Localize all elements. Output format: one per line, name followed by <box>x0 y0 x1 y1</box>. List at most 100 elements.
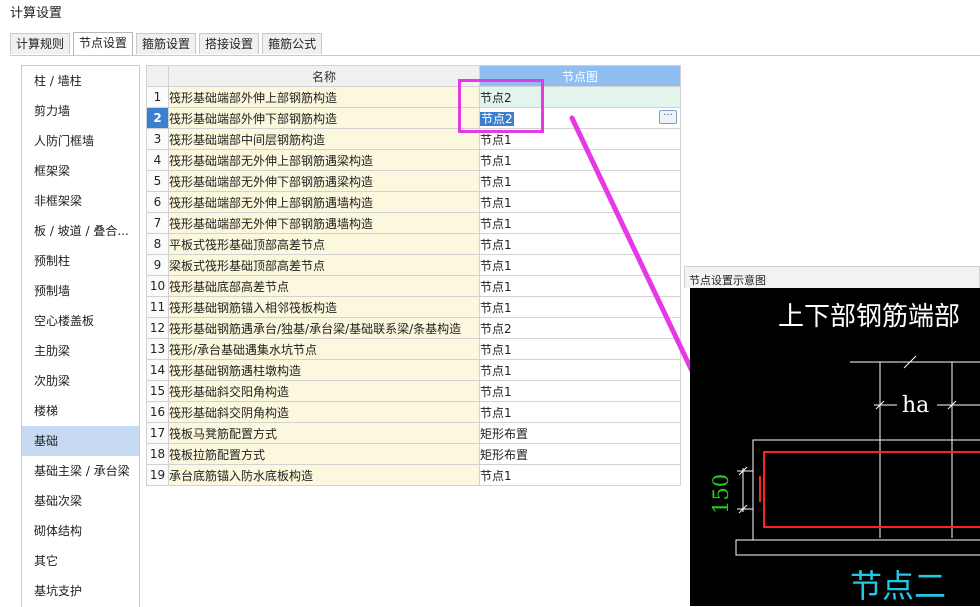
sidebar-item-foundation-secondary-beam[interactable]: 基础次梁 <box>22 486 139 516</box>
sidebar-item-foundation[interactable]: 基础 <box>22 426 139 456</box>
sidebar-item-stairs[interactable]: 楼梯 <box>22 396 139 426</box>
table-row[interactable]: 15 筏形基础斜交阳角构造 节点1 <box>146 380 681 402</box>
row-name[interactable]: 梁板式筏形基础顶部高差节点 <box>168 254 480 276</box>
row-node-value[interactable]: 节点1 <box>479 233 681 255</box>
tab-divider <box>10 55 980 56</box>
row-name[interactable]: 筏形基础斜交阳角构造 <box>168 380 480 402</box>
sidebar-item-secondary-rib-beam[interactable]: 次肋梁 <box>22 366 139 396</box>
node-preview-canvas: 上下部钢筋端部 ha 150 节点二 <box>690 288 980 606</box>
tab-stirrup-settings[interactable]: 箍筋设置 <box>136 33 197 54</box>
row-node-value[interactable]: 节点1 <box>479 359 681 381</box>
row-name[interactable]: 筏板拉筋配置方式 <box>168 443 480 465</box>
row-name[interactable]: 筏板马凳筋配置方式 <box>168 422 480 444</box>
row-index: 17 <box>146 422 169 444</box>
tab-calc-rules[interactable]: 计算规则 <box>10 33 71 54</box>
table-row[interactable]: 12 筏形基础钢筋遇承台/独基/承台梁/基础联系梁/条基构造 节点2 <box>146 317 681 339</box>
sidebar-item-civil-defense-door-wall[interactable]: 人防门框墙 <box>22 126 139 156</box>
table-row[interactable]: 2 筏形基础端部外伸下部钢筋构造 节点2 ··· <box>146 107 681 129</box>
sidebar-item-precast-column[interactable]: 预制柱 <box>22 246 139 276</box>
diagram-150-label: 150 <box>709 474 733 514</box>
tab-lap-settings[interactable]: 搭接设置 <box>199 33 260 54</box>
row-node-value[interactable]: 节点2 <box>479 317 681 339</box>
row-name[interactable]: 筏形基础端部外伸上部钢筋构造 <box>168 86 480 108</box>
diagram-caption: 节点二 <box>850 567 946 605</box>
row-node-value[interactable]: 节点1 <box>479 149 681 171</box>
row-node-value[interactable]: 矩形布置 <box>479 422 681 444</box>
preview-panel-title: 节点设置示意图 <box>689 274 766 287</box>
tab-strip: 计算规则 节点设置 箍筋设置 搭接设置 箍筋公式 <box>10 32 325 55</box>
row-name[interactable]: 承台底筋锚入防水底板构造 <box>168 464 480 486</box>
row-node-value[interactable]: 节点1 <box>479 191 681 213</box>
row-node-value[interactable]: 节点1 <box>479 464 681 486</box>
row-node-value[interactable]: 节点1 <box>479 338 681 360</box>
row-name[interactable]: 筏形基础斜交阴角构造 <box>168 401 480 423</box>
row-name[interactable]: 筏形基础端部中间层钢筋构造 <box>168 128 480 150</box>
sidebar-item-foundation-main-beam[interactable]: 基础主梁 / 承台梁 <box>22 456 139 486</box>
sidebar-item-frame-beam[interactable]: 框架梁 <box>22 156 139 186</box>
diagram-heading: 上下部钢筋端部 <box>778 302 960 332</box>
row-name[interactable]: 筏形基础端部外伸下部钢筋构造 <box>168 107 480 129</box>
table-row[interactable]: 6 筏形基础端部无外伸上部钢筋遇墙构造 节点1 <box>146 191 681 213</box>
table-row[interactable]: 13 筏形/承台基础遇集水坑节点 节点1 <box>146 338 681 360</box>
sidebar-item-slab-ramp[interactable]: 板 / 坡道 / 叠合... <box>22 216 139 246</box>
table-row[interactable]: 14 筏形基础钢筋遇柱墩构造 节点1 <box>146 359 681 381</box>
tab-stirrup-formula[interactable]: 箍筋公式 <box>262 33 323 54</box>
row-index: 9 <box>146 254 169 276</box>
sidebar-item-column[interactable]: 柱 / 墙柱 <box>22 66 139 96</box>
row-index: 16 <box>146 401 169 423</box>
row-name[interactable]: 筏形基础钢筋遇承台/独基/承台梁/基础联系梁/条基构造 <box>168 317 480 339</box>
row-index: 15 <box>146 380 169 402</box>
row-name[interactable]: 平板式筏形基础顶部高差节点 <box>168 233 480 255</box>
table-header-row: 名称 节点图 <box>146 65 681 87</box>
row-node-value[interactable]: 节点1 <box>479 380 681 402</box>
row-index: 18 <box>146 443 169 465</box>
row-node-value[interactable]: 节点1 <box>479 296 681 318</box>
table-row[interactable]: 11 筏形基础钢筋锚入相邻筏板构造 节点1 <box>146 296 681 318</box>
row-index-current: 2 <box>146 107 169 129</box>
row-node-value[interactable]: 节点1 <box>479 212 681 234</box>
table-row[interactable]: 8 平板式筏形基础顶部高差节点 节点1 <box>146 233 681 255</box>
preview-panel-header: 节点设置示意图 <box>684 266 980 288</box>
table-row[interactable]: 18 筏板拉筋配置方式 矩形布置 <box>146 443 681 465</box>
row-node-value[interactable]: 节点1 <box>479 254 681 276</box>
table-row[interactable]: 10 筏形基础底部高差节点 节点1 <box>146 275 681 297</box>
row-node-value[interactable]: 节点1 <box>479 275 681 297</box>
table-row[interactable]: 9 梁板式筏形基础顶部高差节点 节点1 <box>146 254 681 276</box>
row-node-value[interactable]: 节点1 <box>479 401 681 423</box>
sidebar-item-hollow-slab[interactable]: 空心楼盖板 <box>22 306 139 336</box>
sidebar-item-other[interactable]: 其它 <box>22 546 139 576</box>
column-header-index <box>146 65 169 87</box>
column-header-name[interactable]: 名称 <box>168 65 480 87</box>
sidebar-item-main-rib-beam[interactable]: 主肋梁 <box>22 336 139 366</box>
table-row[interactable]: 7 筏形基础端部无外伸下部钢筋遇墙构造 节点1 <box>146 212 681 234</box>
table-row[interactable]: 1 筏形基础端部外伸上部钢筋构造 节点2 <box>146 86 681 108</box>
sidebar-item-shear-wall[interactable]: 剪力墙 <box>22 96 139 126</box>
row-name[interactable]: 筏形基础钢筋遇柱墩构造 <box>168 359 480 381</box>
node-picker-button[interactable]: ··· <box>659 110 677 124</box>
row-index: 1 <box>146 86 169 108</box>
row-name[interactable]: 筏形基础钢筋锚入相邻筏板构造 <box>168 296 480 318</box>
window-title: 计算设置 <box>10 6 63 21</box>
tab-node-settings[interactable]: 节点设置 <box>73 32 134 55</box>
sidebar-item-precast-wall[interactable]: 预制墙 <box>22 276 139 306</box>
table-row[interactable]: 5 筏形基础端部无外伸下部钢筋遇梁构造 节点1 <box>146 170 681 192</box>
row-name[interactable]: 筏形基础端部无外伸上部钢筋遇梁构造 <box>168 149 480 171</box>
table-row[interactable]: 17 筏板马凳筋配置方式 矩形布置 <box>146 422 681 444</box>
row-node-value[interactable]: 节点1 <box>479 170 681 192</box>
row-name[interactable]: 筏形基础端部无外伸下部钢筋遇墙构造 <box>168 212 480 234</box>
table-row[interactable]: 16 筏形基础斜交阴角构造 节点1 <box>146 401 681 423</box>
sidebar-item-non-frame-beam[interactable]: 非框架梁 <box>22 186 139 216</box>
row-name[interactable]: 筏形基础底部高差节点 <box>168 275 480 297</box>
table-row[interactable]: 19 承台底筋锚入防水底板构造 节点1 <box>146 464 681 486</box>
sidebar-item-pit-support[interactable]: 基坑支护 <box>22 576 139 606</box>
row-name[interactable]: 筏形基础端部无外伸上部钢筋遇墙构造 <box>168 191 480 213</box>
row-index: 12 <box>146 317 169 339</box>
table-row[interactable]: 3 筏形基础端部中间层钢筋构造 节点1 <box>146 128 681 150</box>
row-node-value[interactable]: 矩形布置 <box>479 443 681 465</box>
node-settings-table: 名称 节点图 1 筏形基础端部外伸上部钢筋构造 节点2 2 筏形基础端部外伸下部… <box>146 65 681 486</box>
diagram-raft-outline <box>752 439 980 541</box>
row-name[interactable]: 筏形/承台基础遇集水坑节点 <box>168 338 480 360</box>
sidebar-item-masonry[interactable]: 砌体结构 <box>22 516 139 546</box>
row-name[interactable]: 筏形基础端部无外伸下部钢筋遇梁构造 <box>168 170 480 192</box>
table-row[interactable]: 4 筏形基础端部无外伸上部钢筋遇梁构造 节点1 <box>146 149 681 171</box>
